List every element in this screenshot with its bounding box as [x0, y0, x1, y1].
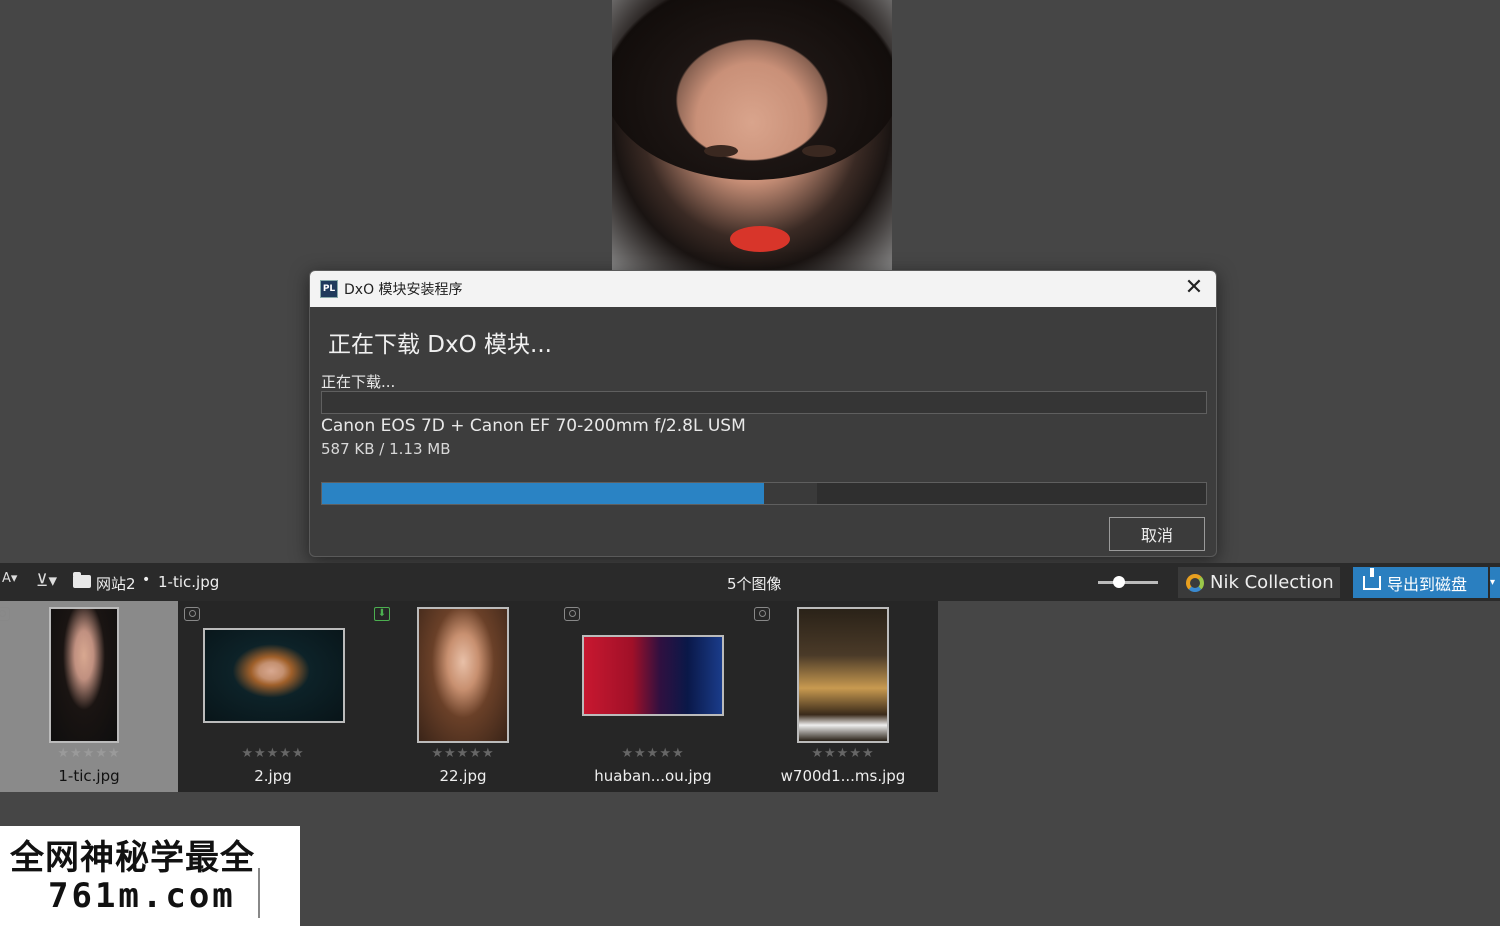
progress-buffer	[764, 483, 818, 504]
watermark-text-line2: 761m.com	[48, 876, 236, 916]
nik-collection-icon	[1186, 573, 1204, 592]
filmstrip-item[interactable]: ★★★★★ w700d1...ms.jpg	[748, 601, 938, 792]
file-name: 2.jpg	[254, 767, 292, 785]
browser-toolbar: A▾ ⊻▾ 网站2 • 1-tic.jpg 5个图像 Nik Collectio…	[0, 563, 1500, 601]
breadcrumb-separator: •	[142, 572, 151, 588]
watermark-divider	[258, 868, 260, 918]
module-progress-bar	[321, 482, 1207, 505]
export-icon	[1363, 567, 1381, 590]
file-name: huaban...ou.jpg	[594, 767, 712, 785]
preview-eye-right	[802, 145, 836, 157]
star-rating[interactable]: ★★★★★	[748, 746, 938, 761]
filmstrip-item[interactable]: ★★★★★ 1-tic.jpg	[0, 601, 178, 792]
breadcrumb-folder[interactable]: 网站2	[96, 573, 136, 594]
watermark-text-line1: 全网神秘学最全	[10, 838, 255, 878]
camera-icon	[184, 607, 200, 621]
file-name: 22.jpg	[439, 767, 487, 785]
folder-icon	[73, 572, 91, 588]
watermark: 全网神秘学最全 761m.com	[0, 826, 300, 926]
download-size: 587 KB / 1.13 MB	[321, 440, 451, 458]
main-preview-image	[612, 0, 892, 272]
filmstrip-item[interactable]: ★★★★★ 2.jpg	[178, 601, 368, 792]
file-name: w700d1...ms.jpg	[780, 767, 906, 785]
overall-progress-bar	[321, 391, 1207, 414]
sort-icon[interactable]: A▾	[2, 571, 24, 586]
star-rating[interactable]: ★★★★★	[0, 746, 178, 761]
progress-fill	[322, 483, 764, 504]
thumbnail-image	[417, 607, 509, 743]
download-status: 正在下载...	[321, 373, 396, 391]
cancel-button[interactable]: 取消	[1109, 517, 1205, 551]
thumbnail-image	[582, 635, 724, 716]
export-dropdown-icon[interactable]: ▾	[1490, 567, 1500, 598]
filmstrip-item[interactable]: ⬇ ★★★★★ 22.jpg	[368, 601, 558, 792]
image-count: 5个图像	[727, 575, 782, 593]
preview-lips	[730, 226, 790, 252]
thumbnail-size-slider[interactable]	[1098, 576, 1158, 588]
filmstrip-item[interactable]: ★★★★★ huaban...ou.jpg	[558, 601, 748, 792]
thumbnail-image	[49, 607, 119, 743]
preview-hair	[612, 0, 892, 180]
nik-collection-label: Nik Collection	[1210, 572, 1334, 593]
dialog-titlebar: PL DxO 模块安装程序 ✕	[310, 271, 1216, 307]
star-rating[interactable]: ★★★★★	[178, 746, 368, 761]
slider-knob[interactable]	[1113, 576, 1125, 588]
export-label: 导出到磁盘	[1387, 574, 1468, 594]
download-icon: ⬇	[374, 607, 390, 621]
dialog-heading: 正在下载 DxO 模块...	[328, 332, 552, 358]
camera-icon	[564, 607, 580, 621]
thumbnail-image	[203, 628, 345, 723]
file-name: 1-tic.jpg	[58, 767, 120, 785]
filter-icon[interactable]: ⊻▾	[36, 571, 57, 591]
breadcrumb-file[interactable]: 1-tic.jpg	[158, 573, 219, 591]
camera-icon	[754, 607, 770, 621]
dialog-title: DxO 模块安装程序	[344, 282, 463, 298]
camera-icon	[0, 607, 10, 621]
module-name: Canon EOS 7D + Canon EF 70-200mm f/2.8L …	[321, 416, 746, 436]
dxo-pl-app-icon: PL	[320, 280, 338, 298]
star-rating[interactable]: ★★★★★	[368, 746, 558, 761]
close-icon[interactable]: ✕	[1182, 277, 1206, 301]
thumbnail-image	[797, 607, 889, 743]
nik-collection-button[interactable]: Nik Collection	[1178, 567, 1340, 598]
preview-eye-left	[704, 145, 738, 157]
module-installer-dialog: PL DxO 模块安装程序 ✕ 正在下载 DxO 模块... 正在下载... C…	[309, 270, 1217, 557]
star-rating[interactable]: ★★★★★	[558, 746, 748, 761]
filmstrip: ★★★★★ 1-tic.jpg ★★★★★ 2.jpg ⬇ ★★★★★ 22.j…	[0, 601, 938, 792]
export-to-disk-button[interactable]: 导出到磁盘	[1353, 567, 1488, 598]
